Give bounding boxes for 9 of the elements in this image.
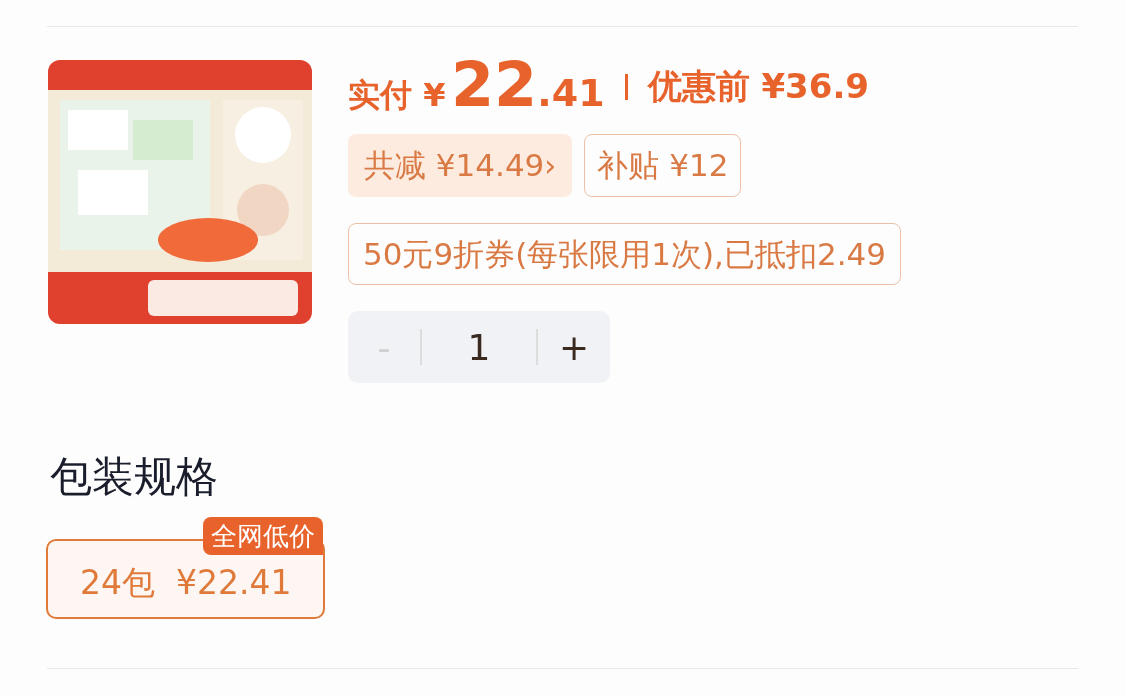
- original-price: 优惠前 ¥36.9: [647, 65, 869, 108]
- price-tag[interactable]: 共减 ¥14.49›: [348, 134, 573, 197]
- section-title: 包装规格: [50, 451, 219, 503]
- actual-price: 实付 ¥22.41: [348, 47, 605, 121]
- quantity-value[interactable]: 1: [422, 326, 536, 368]
- price-tag: 补贴 ¥12: [584, 134, 742, 197]
- badge: 全网低价: [203, 517, 324, 555]
- plus-button[interactable]: +: [538, 311, 610, 383]
- coupon-tag: 50元9折券(每张限用1次),已抵扣2.49: [348, 223, 901, 285]
